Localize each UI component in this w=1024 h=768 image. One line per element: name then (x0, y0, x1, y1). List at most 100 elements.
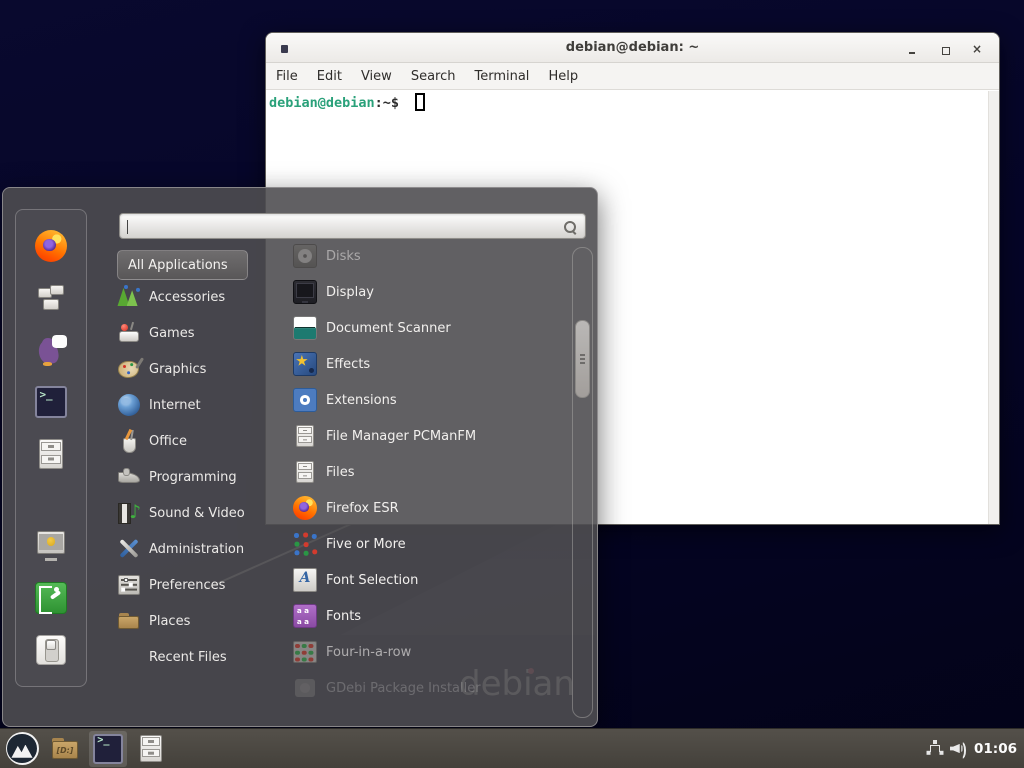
app-effects[interactable]: Effects (293, 346, 558, 382)
category-list: Accessories Games Graphics InternetOffice Pr… (117, 279, 277, 675)
category-label: Games (149, 326, 194, 341)
office-icon (117, 429, 141, 453)
category-recent-files[interactable]: Recent Files (117, 639, 277, 675)
app-file-manager-pcmanfm[interactable]: File Manager PCManFM (293, 418, 558, 454)
filter-all-applications[interactable]: All Applications (117, 250, 248, 280)
app-list-scrollbar[interactable] (572, 247, 593, 718)
terminal-scrollbar[interactable] (988, 91, 999, 524)
cabinet-icon (293, 424, 317, 448)
pidgin-icon (35, 334, 67, 366)
category-label: Administration (149, 542, 244, 557)
favorite-shutdown[interactable] (35, 634, 67, 666)
maximize-button[interactable] (932, 33, 958, 63)
category-graphics[interactable]: Graphics (117, 351, 277, 387)
terminal-titlebar[interactable]: debian@debian: ~ (266, 33, 999, 63)
terminal-menu-search[interactable]: Search (411, 69, 456, 84)
terminal-menubar: File Edit View Search Terminal Help (266, 63, 999, 90)
favorite-firefox[interactable] (35, 230, 67, 262)
effects-icon (293, 352, 317, 376)
category-label: Programming (149, 470, 237, 485)
cabinet-icon (136, 734, 166, 764)
cabinet-icon (35, 438, 67, 470)
accessories-icon (117, 285, 141, 309)
cabinet-icon (293, 460, 317, 484)
favorite-logout[interactable] (35, 582, 67, 614)
app-four-in-a-row[interactable]: Four-in-a-row (293, 634, 558, 670)
five-or-more-icon (293, 532, 317, 556)
taskbar-terminal-launcher[interactable] (89, 731, 127, 767)
app-document-scanner[interactable]: Document Scanner (293, 310, 558, 346)
app-label: Fonts (326, 609, 361, 624)
terminal-menu-terminal[interactable]: Terminal (474, 69, 529, 84)
app-label: GDebi Package Installer (326, 681, 481, 696)
terminal-menu-view[interactable]: View (361, 69, 392, 84)
category-sound-video[interactable]: Sound & Video (117, 495, 277, 531)
app-label: Document Scanner (326, 321, 451, 336)
app-files[interactable]: Files (293, 454, 558, 490)
app-label: Files (326, 465, 355, 480)
favorite-package-keys[interactable] (35, 282, 67, 314)
system-tray: 01:06 (926, 740, 1017, 758)
search-input[interactable] (119, 213, 586, 239)
app-label: Disks (326, 249, 361, 264)
app-display[interactable]: Display (293, 274, 558, 310)
minimize-button[interactable] (899, 33, 925, 63)
category-label: Places (149, 614, 190, 629)
volume-tray-icon[interactable] (950, 740, 968, 758)
app-five-or-more[interactable]: Five or More (293, 526, 558, 562)
favorite-terminal[interactable] (35, 386, 67, 418)
favorites-panel (15, 209, 87, 687)
display-icon (293, 280, 317, 304)
internet-icon (117, 393, 141, 417)
fonts-icon (293, 604, 317, 628)
extensions-icon (293, 388, 317, 412)
app-fonts[interactable]: Fonts (293, 598, 558, 634)
favorite-pidgin[interactable] (35, 334, 67, 366)
terminal-icon (93, 734, 123, 764)
app-extensions[interactable]: Extensions (293, 382, 558, 418)
document-scanner-icon (293, 316, 317, 340)
preferences-icon (117, 573, 141, 597)
category-label: Preferences (149, 578, 225, 593)
favorite-lock-screen[interactable] (35, 530, 67, 562)
category-accessories[interactable]: Accessories (117, 279, 277, 315)
taskbar-cabinet-launcher[interactable] (132, 731, 170, 767)
terminal-title: debian@debian: ~ (266, 40, 999, 55)
app-font-selection[interactable]: Font Selection (293, 562, 558, 598)
category-label: Graphics (149, 362, 206, 377)
app-gdebi-package-installer[interactable]: GDebi Package Installer (293, 670, 558, 706)
app-label: Four-in-a-row (326, 645, 411, 660)
taskbar-menu-logo-button[interactable] (3, 731, 41, 767)
category-programming[interactable]: Programming (117, 459, 277, 495)
application-menu: All Applications Accessories Games Graphic… (2, 187, 598, 727)
network-tray-icon[interactable] (926, 740, 944, 758)
app-label: Extensions (326, 393, 397, 408)
app-disks[interactable]: Disks (293, 238, 558, 274)
disks-icon (293, 244, 317, 268)
category-internet[interactable]: Internet (117, 387, 277, 423)
app-firefox-esr[interactable]: Firefox ESR (293, 490, 558, 526)
category-administration[interactable]: Administration (117, 531, 277, 567)
scrollbar-thumb[interactable] (575, 320, 590, 398)
taskbar-folder-d-launcher[interactable] (46, 731, 84, 767)
terminal-cursor (415, 93, 425, 111)
administration-icon (117, 537, 141, 561)
terminal-menu-help[interactable]: Help (548, 69, 578, 84)
app-label: Effects (326, 357, 370, 372)
category-preferences[interactable]: Preferences (117, 567, 277, 603)
menu-logo-icon (6, 732, 39, 765)
category-games[interactable]: Games (117, 315, 277, 351)
category-places[interactable]: Places (117, 603, 277, 639)
taskbar-clock[interactable]: 01:06 (974, 741, 1017, 757)
four-in-a-row-icon (293, 640, 317, 664)
category-office[interactable]: Office (117, 423, 277, 459)
search-icon (562, 219, 578, 235)
firefox-icon (293, 496, 317, 520)
terminal-menu-file[interactable]: File (276, 69, 298, 84)
favorite-cabinet[interactable] (35, 438, 67, 470)
terminal-prompt: debian@debian:~$ (269, 93, 425, 111)
close-button[interactable] (964, 33, 990, 63)
app-label: File Manager PCManFM (326, 429, 476, 444)
package-keys-icon (35, 282, 67, 314)
terminal-menu-edit[interactable]: Edit (317, 69, 342, 84)
